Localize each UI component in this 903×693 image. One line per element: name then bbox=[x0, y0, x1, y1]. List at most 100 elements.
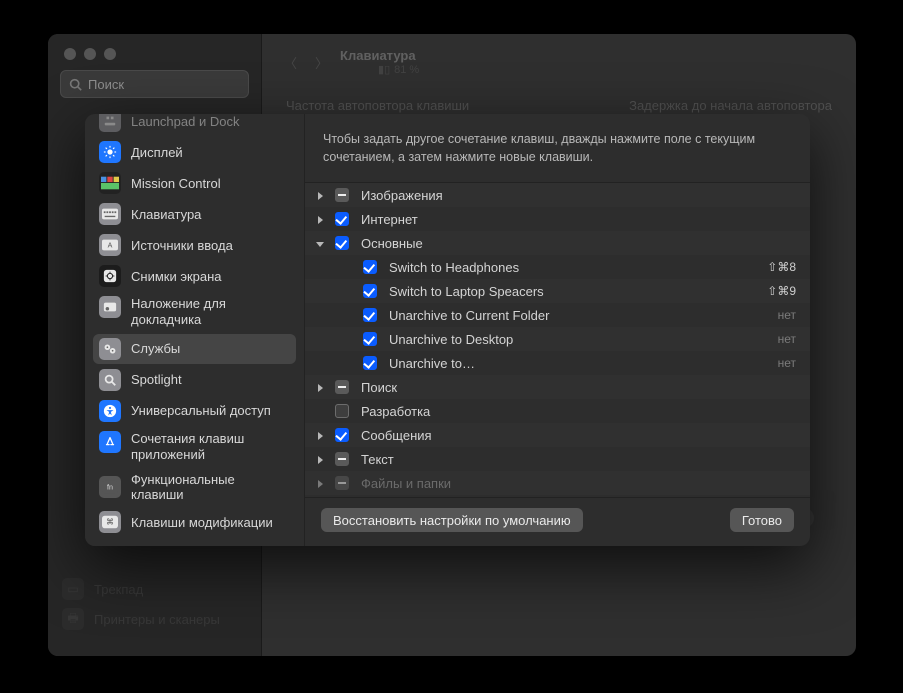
service-group-row[interactable]: Текст bbox=[305, 447, 810, 471]
disclosure-triangle-icon[interactable] bbox=[305, 188, 331, 203]
modal-sidebar: Launchpad и Dock Дисплей Mission Control Кл… bbox=[85, 114, 305, 546]
service-item-row[interactable]: Unarchive to…нет bbox=[305, 351, 810, 375]
spotlight-icon bbox=[99, 369, 121, 391]
shortcut-value[interactable]: ⇧⌘8 bbox=[767, 260, 796, 274]
row-label: Unarchive to Current Folder bbox=[381, 308, 778, 323]
shortcut-category-item[interactable]: Дисплей bbox=[93, 137, 296, 167]
service-group-row[interactable]: Основные bbox=[305, 231, 810, 255]
nav-back-icon[interactable]: 〈 bbox=[284, 53, 297, 72]
shortcut-category-item[interactable]: fn Функциональные клавиши bbox=[93, 468, 296, 506]
service-group-row[interactable]: Сообщения bbox=[305, 423, 810, 447]
printer-icon: 🖶 bbox=[62, 608, 84, 630]
service-group-row[interactable]: Разработка bbox=[305, 399, 810, 423]
shortcut-value[interactable]: нет bbox=[778, 356, 796, 370]
enable-checkbox[interactable] bbox=[331, 236, 353, 250]
service-group-row[interactable]: Изображения bbox=[305, 183, 810, 207]
row-label: Изображения bbox=[353, 188, 796, 203]
enable-checkbox[interactable] bbox=[331, 380, 353, 394]
disclosure-triangle-icon[interactable] bbox=[305, 212, 331, 227]
services-tree[interactable]: Изображения Интернет Основные Switch to He… bbox=[305, 183, 810, 497]
service-group-row[interactable]: Интернет bbox=[305, 207, 810, 231]
nav-forward-icon[interactable]: 〉 bbox=[315, 53, 328, 72]
disclosure-triangle-icon[interactable] bbox=[305, 428, 331, 443]
shortcut-category-item[interactable]: ⌘Клавиши модификации bbox=[93, 507, 296, 537]
enable-checkbox[interactable] bbox=[331, 188, 353, 202]
category-label: Функциональные клавиши bbox=[131, 472, 290, 502]
shortcut-category-item[interactable]: Универсальный доступ bbox=[93, 396, 296, 426]
row-label: Текст bbox=[353, 452, 796, 467]
close-dot[interactable] bbox=[64, 48, 76, 60]
trackpad-icon: ▭ bbox=[62, 578, 84, 600]
disclosure-triangle-icon[interactable] bbox=[305, 380, 331, 395]
battery-icon: ▮▯ bbox=[378, 63, 390, 76]
sidebar-item[interactable]: 🖶 Принтеры и сканеры bbox=[56, 604, 253, 634]
category-label: Источники ввода bbox=[131, 238, 233, 253]
keyboard-icon bbox=[99, 203, 121, 225]
enable-checkbox[interactable] bbox=[359, 284, 381, 298]
enable-checkbox[interactable] bbox=[359, 332, 381, 346]
screenshot-icon bbox=[99, 265, 121, 287]
service-item-row[interactable]: Unarchive to Current Folderнет bbox=[305, 303, 810, 327]
enable-checkbox[interactable] bbox=[331, 428, 353, 442]
service-item-row[interactable]: Switch to Laptop Speacers⇧⌘9 bbox=[305, 279, 810, 303]
shortcut-category-item[interactable]: A Источники ввода bbox=[93, 230, 296, 260]
svg-text:A: A bbox=[108, 242, 113, 250]
shortcut-category-item[interactable]: Mission Control bbox=[93, 168, 296, 198]
category-label: Spotlight bbox=[131, 372, 182, 387]
disclosure-triangle-icon[interactable] bbox=[305, 236, 331, 251]
disclosure-triangle-icon[interactable] bbox=[305, 452, 331, 467]
enable-checkbox[interactable] bbox=[331, 404, 353, 418]
category-label: Сочетания клавиш приложений bbox=[131, 431, 290, 464]
done-button[interactable]: Готово bbox=[730, 508, 794, 532]
category-label: Универсальный доступ bbox=[131, 403, 271, 418]
row-label: Основные bbox=[353, 236, 796, 251]
category-label: Mission Control bbox=[131, 176, 221, 191]
row-label: Поиск bbox=[353, 380, 796, 395]
page-title: Клавиатура bbox=[340, 48, 419, 63]
enable-checkbox[interactable] bbox=[359, 356, 381, 370]
fn-icon: fn bbox=[99, 476, 121, 498]
shortcut-category-item[interactable]: Launchpad и Dock bbox=[93, 114, 296, 136]
enable-checkbox[interactable] bbox=[359, 260, 381, 274]
shortcut-category-item[interactable]: Клавиатура bbox=[93, 199, 296, 229]
shortcut-value[interactable]: нет bbox=[778, 332, 796, 346]
service-item-row[interactable]: Switch to Headphones⇧⌘8 bbox=[305, 255, 810, 279]
enable-checkbox[interactable] bbox=[331, 212, 353, 226]
row-label: Файлы и папки bbox=[353, 476, 796, 491]
slider-label-right: Задержка до начала автоповтора bbox=[629, 98, 832, 113]
sidebar-item[interactable]: ▭ Трекпад bbox=[56, 574, 253, 604]
shortcut-value[interactable]: ⇧⌘9 bbox=[767, 284, 796, 298]
sidebar-item-label: Принтеры и сканеры bbox=[94, 612, 220, 627]
help-text: Чтобы задать другое сочетание клавиш, дв… bbox=[305, 114, 810, 183]
service-group-row[interactable]: Поиск bbox=[305, 375, 810, 399]
enable-checkbox[interactable] bbox=[331, 476, 353, 490]
modifier-icon: ⌘ bbox=[99, 511, 121, 533]
restore-defaults-button[interactable]: Восстановить настройки по умолчанию bbox=[321, 508, 583, 532]
disclosure-triangle-icon[interactable] bbox=[305, 476, 331, 491]
shortcut-category-item[interactable]: Наложение для докладчика bbox=[93, 292, 296, 333]
window-controls bbox=[48, 34, 261, 60]
shortcut-category-item[interactable]: Spotlight bbox=[93, 365, 296, 395]
shortcut-category-item[interactable]: Сочетания клавиш приложений bbox=[93, 427, 296, 468]
svg-text:fn: fn bbox=[107, 484, 113, 492]
shortcut-category-item[interactable]: Снимки экрана bbox=[93, 261, 296, 291]
search-input[interactable]: Поиск bbox=[60, 70, 249, 98]
category-label: Launchpad и Dock bbox=[131, 114, 239, 129]
enable-checkbox[interactable] bbox=[359, 308, 381, 322]
category-label: Дисплей bbox=[131, 145, 183, 160]
svg-text:⌘: ⌘ bbox=[106, 518, 114, 527]
row-label: Интернет bbox=[353, 212, 796, 227]
zoom-dot[interactable] bbox=[104, 48, 116, 60]
row-label: Unarchive to… bbox=[381, 356, 778, 371]
minimize-dot[interactable] bbox=[84, 48, 96, 60]
sidebar-item-label: Трекпад bbox=[94, 582, 143, 597]
enable-checkbox[interactable] bbox=[331, 452, 353, 466]
keyboard-shortcuts-sheet: Launchpad и Dock Дисплей Mission Control Кл… bbox=[85, 114, 810, 546]
shortcut-value[interactable]: нет bbox=[778, 308, 796, 322]
service-item-row[interactable]: Unarchive to Desktopнет bbox=[305, 327, 810, 351]
input-icon: A bbox=[99, 234, 121, 256]
service-group-row[interactable]: Файлы и папки bbox=[305, 471, 810, 495]
dock-icon bbox=[99, 114, 121, 132]
shortcut-category-item[interactable]: Службы bbox=[93, 334, 296, 364]
overlay-icon bbox=[99, 296, 121, 318]
